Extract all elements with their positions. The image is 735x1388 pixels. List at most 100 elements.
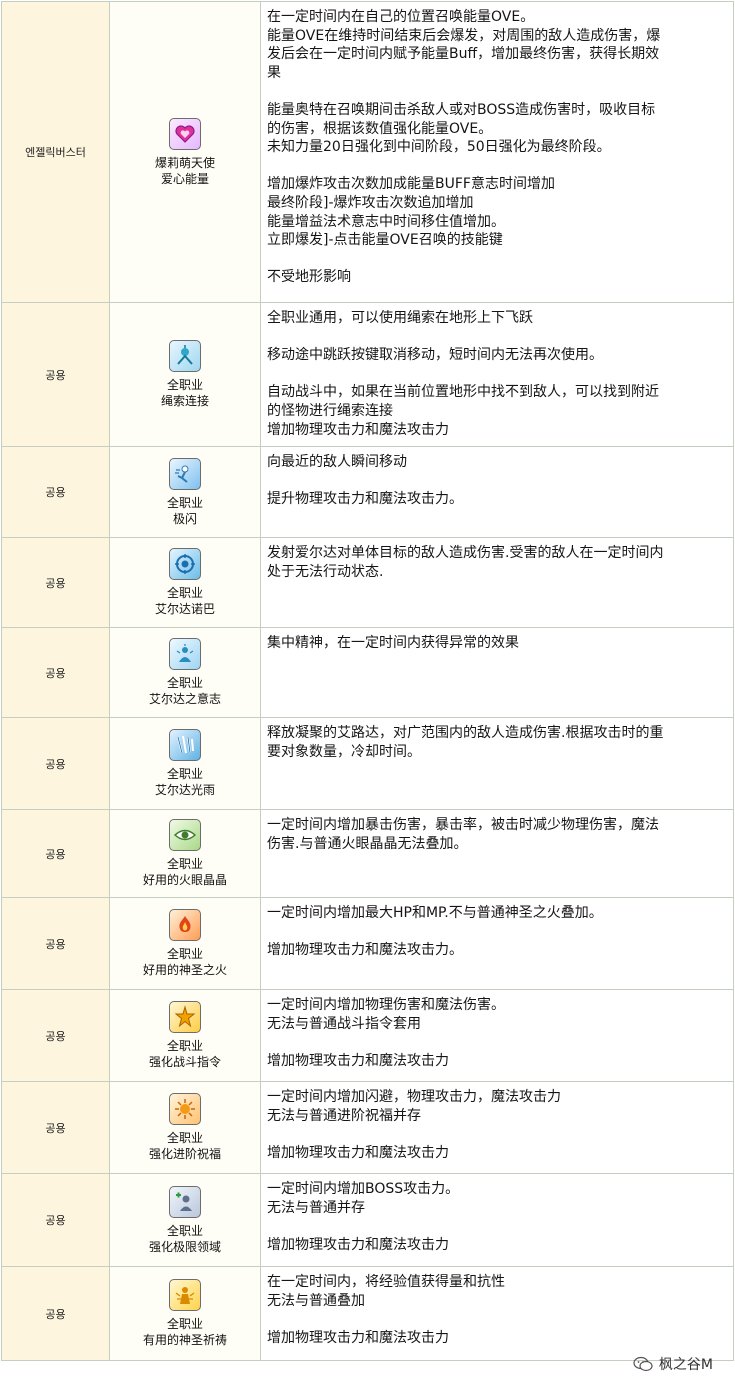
description-line: 一定时间内增加物理伤害和魔法伤害。 <box>267 997 505 1013</box>
description-cell: 一定时间内增加BOSS攻击力。 无法与普通并存增加物理攻击力和魔法攻击力 <box>260 1173 734 1267</box>
erda-shower-icon <box>169 729 201 761</box>
description-line <box>267 328 727 347</box>
skill-row: 공용 全职业 好用的火眼晶晶 一定时间内增加暴击伤害，暴击率，被击时减少物理伤害，魔法… <box>1 809 734 898</box>
skill-row: 공용 全职业 艾尔达诺巴 发射爱尔达对单体目标的敌人造成伤害.受害的敌人在一定时间内处… <box>1 537 734 628</box>
description-line: 增加物理攻击力和魔法攻击力 <box>267 1236 449 1253</box>
watermark-text: 枫之谷M <box>658 1357 713 1373</box>
category-cell: 공용 <box>1 897 110 990</box>
category-cell: 엔젤릭버스터 <box>1 1 110 303</box>
skill-cell: 全职业 艾尔达之意志 <box>109 627 261 718</box>
description-line: 一定时间内增加暴击伤害，暴击率，被击时减少物理伤害，魔法 <box>267 817 659 833</box>
description-line: 一定时间内增加BOSS攻击力。 <box>267 1181 460 1197</box>
description-line: 在一定时间内，将经验值获得量和抗性 <box>267 1274 505 1290</box>
description-line: 处于无法行动状态. <box>267 563 384 580</box>
skill-name-line: 好用的神圣之火 <box>142 963 227 977</box>
description-cell: 在一定时间内，将经验值获得量和抗性 无法与普通叠加增加物理攻击力和魔法攻击力 <box>260 1266 734 1361</box>
skill-name-line: 全职业 <box>166 495 203 510</box>
description-line: 的怪物进行绳索连接 <box>267 402 393 419</box>
erda-nova-icon <box>169 548 201 580</box>
skill-name-line: 全职业 <box>166 1317 203 1331</box>
description-line: 发射爱尔达对单体目标的敌人造成伤害.受害的敌人在一定时间内 <box>267 545 664 561</box>
description-line: 在一定时间内在自己的位置召唤能量OVE。 <box>267 9 535 25</box>
description-line: 要对象数量，冷却时间。 <box>267 743 421 760</box>
skill-name-line: 全职业 <box>166 676 203 690</box>
skill-name-line: 全职业 <box>166 857 203 871</box>
description-line: 增加物理攻击力和魔法攻击力 <box>267 1329 449 1346</box>
description-line <box>267 1033 727 1052</box>
skill-row: 공용 全职业 艾尔达光雨 释放凝聚的艾路达，对广范围内的敌人造成伤害.根据攻击时的重要… <box>1 717 734 810</box>
skill-row: 공용 全职业 有用的神圣祈祷 在一定时间内，将经验值获得量和抗性 无法与普通叠加增加物理… <box>1 1266 734 1361</box>
skill-cell: 全职业 强化战斗指令 <box>109 989 261 1082</box>
description-line: 立即爆发]-点击能量OVE召唤的技能键 <box>267 232 503 249</box>
description-line: 集中精神，在一定时间内获得异常的效果 <box>267 635 519 651</box>
description-cell: 释放凝聚的艾路达，对广范围内的敌人造成伤害.根据攻击时的重 要对象数量，冷却时间。 <box>260 717 734 810</box>
description-line <box>267 250 727 269</box>
description-line <box>267 1217 727 1236</box>
skill-row: 공용 全职业 艾尔达之意志 集中精神，在一定时间内获得异常的效果 <box>1 627 734 718</box>
description-line: 增加物理攻击力和魔法攻击力 <box>267 1144 449 1161</box>
skill-name-line: 艾尔达光雨 <box>154 783 215 797</box>
description-line <box>267 365 727 384</box>
description-line: 未知力量20日强化到中间阶段，50日强化为最终阶段。 <box>267 139 611 156</box>
skill-name-line: 绳索连接 <box>160 394 209 408</box>
description-line: 增加物理攻击力和魔法攻击力 <box>267 1052 449 1069</box>
skill-name-line: 全职业 <box>166 378 203 392</box>
skill-cell: 全职业 艾尔达诺巴 <box>109 537 261 628</box>
category-cell: 공용 <box>1 717 110 810</box>
description-cell: 向最近的敌人瞬间移动提升物理攻击力和魔法攻击力。 <box>260 446 734 538</box>
rope-connect-icon <box>169 340 201 372</box>
skill-name-line: 全职业 <box>166 1131 203 1145</box>
skill-table: 엔젤릭버스터 爆莉萌天使 爱心能量 在一定时间内在自己的位置召唤能量OVE。 能量OVE… <box>1 1 734 1361</box>
description-line <box>267 157 727 176</box>
description-cell: 全职业通用，可以使用绳索在地形上下飞跃 移动途中跳跃按键取消移动，短时间内无法再次… <box>260 302 734 447</box>
description-line: 增加物理攻击力和魔法攻击力 <box>267 421 449 438</box>
description-line: 能量OVE在维持时间结束后会爆发，对周围的敌人造成伤害，爆 <box>267 27 661 44</box>
description-cell: 一定时间内增加最大HP和MP.不与普通神圣之火叠加。 增加物理攻击力和魔法攻击力。 <box>260 897 734 990</box>
description-line: 伤害.与普通火眼晶晶无法叠加。 <box>267 835 468 852</box>
skill-name-line: 全职业 <box>166 586 203 600</box>
skill-name-line: 强化战斗指令 <box>148 1055 221 1069</box>
category-cell: 공용 <box>1 537 110 628</box>
description-line: 最终阶段]-爆炸攻击次数追加增加 <box>267 194 474 211</box>
description-cell: 一定时间内增加暴击伤害，暴击率，被击时减少物理伤害，魔法 伤害.与普通火眼晶晶无法… <box>260 809 734 898</box>
skill-row: 공용 全职业 强化战斗指令 一定时间内增加物理伤害和魔法伤害。 无法与普通战斗指令套用增… <box>1 989 734 1082</box>
erda-will-icon <box>169 638 201 670</box>
skill-cell: 全职业 有用的神圣祈祷 <box>109 1266 261 1361</box>
description-cell: 一定时间内增加物理伤害和魔法伤害。 无法与普通战斗指令套用 增加物理攻击力和魔法攻击… <box>260 989 734 1082</box>
skill-row: 공용 全职业 强化极限领域 一定时间内增加BOSS攻击力。 无法与普通并存 增加物理攻击力… <box>1 1173 734 1267</box>
description-line: 向最近的敌人瞬间移动 <box>267 454 407 470</box>
description-line: 提升物理攻击力和魔法攻击力。 <box>267 491 463 508</box>
description-line <box>267 1125 727 1144</box>
description-line: 无法与普通叠加 <box>267 1292 365 1309</box>
description-line: 无法与普通进阶祝福并存 <box>267 1107 421 1124</box>
combat-orders-icon <box>169 1001 201 1033</box>
skill-name-line: 爱心能量 <box>160 171 209 186</box>
category-cell: 공용 <box>1 989 110 1082</box>
skill-row: 공용 全职业 强化进阶祝福 一定时间内增加闪避，物理攻击力，魔法攻击力 无法与普通进阶祝… <box>1 1081 734 1174</box>
description-line: 无法与普通并存 <box>267 1199 365 1216</box>
category-cell: 공용 <box>1 809 110 898</box>
description-line <box>267 82 727 101</box>
hyper-body-icon <box>169 909 201 941</box>
description-line: 的伤害，根据该数值强化能量OVE。 <box>267 120 493 137</box>
skill-name-line: 艾尔达诺巴 <box>154 602 215 616</box>
description-line: 不受地形影响 <box>267 269 351 286</box>
skill-cell: 全职业 极闪 <box>109 446 261 538</box>
category-cell: 공용 <box>1 1173 110 1267</box>
description-line: 发后会在一定时间内赋予能量Buff，增加最终伤害，获得长期效 <box>267 46 660 63</box>
description-line: 增加爆炸攻击次数加成能量BUFF意志时间增加 <box>267 176 555 193</box>
category-cell: 공용 <box>1 1266 110 1361</box>
skill-name-line: 强化极限领域 <box>148 1239 221 1254</box>
skill-name-line: 全职业 <box>166 1039 203 1053</box>
sharp-eyes-icon <box>169 819 201 851</box>
watermark: 枫之谷M <box>633 1354 713 1374</box>
description-line: 全职业通用，可以使用绳索在地形上下飞跃 <box>267 310 533 326</box>
category-cell: 공용 <box>1 446 110 538</box>
heart-icon <box>169 117 201 150</box>
category-cell: 공용 <box>1 627 110 718</box>
skill-cell: 全职业 好用的火眼晶晶 <box>109 809 261 898</box>
description-line <box>267 472 727 491</box>
skill-cell: 全职业 好用的神圣之火 <box>109 897 261 990</box>
skill-name-line: 极闪 <box>172 511 197 526</box>
description-cell: 一定时间内增加闪避，物理攻击力，魔法攻击力 无法与普通进阶祝福并存 增加物理攻击力和… <box>260 1081 734 1174</box>
